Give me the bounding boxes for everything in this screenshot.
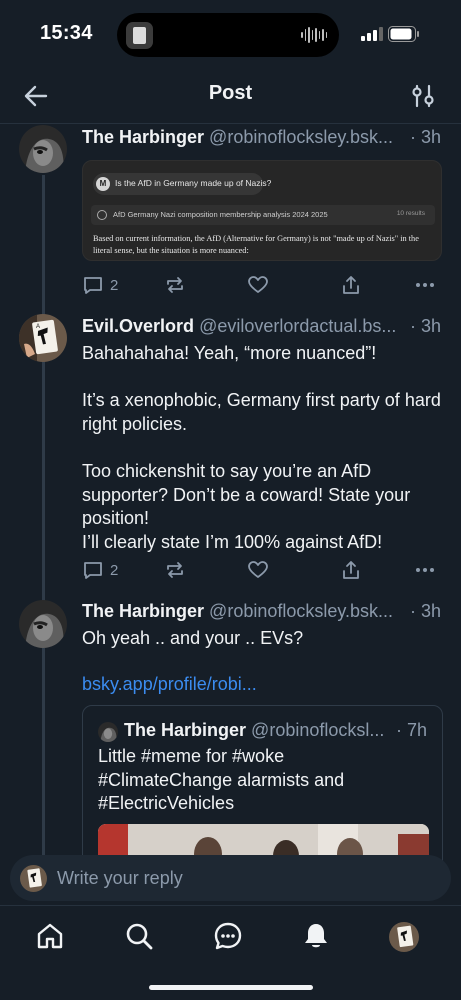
author-handle: @robinoflocksley.bsk... bbox=[209, 601, 394, 621]
author-name: The Harbinger bbox=[82, 127, 205, 147]
post-text: Bahahahaha! Yeah, “more nuanced”! It’s a… bbox=[82, 343, 441, 552]
nav-notifications[interactable] bbox=[300, 920, 332, 952]
repost-button[interactable] bbox=[164, 273, 186, 297]
dynamic-island bbox=[117, 13, 339, 57]
globe-icon bbox=[97, 210, 107, 220]
author-name: The Harbinger bbox=[124, 720, 247, 740]
status-time: 15:34 bbox=[40, 22, 93, 44]
author-name: Evil.Overlord bbox=[82, 316, 195, 336]
quoted-text: Little #meme for #woke #ClimateChange al… bbox=[98, 746, 345, 814]
reply-count: 2 bbox=[110, 276, 119, 294]
page-title: Post bbox=[208, 82, 253, 104]
avatar[interactable]: A bbox=[19, 314, 67, 362]
nav-home[interactable] bbox=[34, 920, 66, 952]
answer-text: Based on current information, the AfD (A… bbox=[93, 234, 419, 256]
battery-icon bbox=[388, 26, 419, 42]
avatar bbox=[20, 865, 47, 892]
more-icon bbox=[416, 568, 434, 572]
author-handle: @robinoflocksl... bbox=[251, 720, 385, 740]
home-indicator[interactable] bbox=[149, 985, 313, 990]
avatar[interactable] bbox=[19, 600, 67, 648]
embedded-image[interactable]: M Is the AfD in Germany made up of Nazis… bbox=[82, 160, 442, 261]
like-button[interactable] bbox=[247, 558, 269, 582]
like-icon bbox=[248, 276, 268, 293]
search-summary-bar: AfD Germany Nazi composition membership … bbox=[91, 205, 435, 225]
repost-icon bbox=[167, 277, 183, 293]
post-timestamp: · 3h bbox=[409, 127, 441, 147]
share-icon bbox=[343, 276, 359, 294]
bell-icon bbox=[305, 924, 327, 948]
reply-button[interactable]: 2 bbox=[82, 558, 118, 582]
reply-icon bbox=[84, 562, 102, 579]
search-summary-label: AfD Germany Nazi composition membership … bbox=[113, 210, 328, 219]
share-button[interactable] bbox=[340, 558, 362, 582]
author-handle: @eviloverlordactual.bs... bbox=[199, 316, 397, 336]
repost-button[interactable] bbox=[164, 558, 186, 582]
reply-icon bbox=[84, 277, 102, 294]
nav-search[interactable] bbox=[123, 920, 155, 952]
thread-line bbox=[42, 175, 45, 875]
nav-chat[interactable] bbox=[212, 920, 244, 952]
reply-placeholder: Write your reply bbox=[57, 868, 183, 888]
post-timestamp: · 3h bbox=[409, 316, 441, 336]
chat-icon bbox=[214, 922, 242, 950]
author-handle: @robinoflocksley.bsk... bbox=[209, 127, 394, 147]
post-actions: 2 bbox=[82, 273, 442, 297]
post-author[interactable]: Evil.Overlord @eviloverlordactual.bs... bbox=[82, 316, 442, 340]
post-text: Oh yeah .. and your .. EVs? bbox=[82, 628, 304, 648]
repost-icon bbox=[167, 562, 183, 578]
user-initial-icon: M bbox=[96, 177, 110, 191]
settings-sliders-icon bbox=[412, 84, 434, 108]
reply-button[interactable]: 2 bbox=[82, 273, 118, 297]
signal-icon bbox=[361, 27, 383, 41]
status-bar: 15:34 bbox=[0, 0, 461, 68]
quoted-author: The Harbinger @robinoflocksl... bbox=[124, 720, 394, 741]
post-timestamp: · 3h bbox=[409, 601, 441, 621]
post-link[interactable]: bsky.app/profile/robi... bbox=[82, 674, 257, 695]
page: 15:34 Post The Harbinger @robinoflocksle… bbox=[0, 0, 461, 1000]
search-icon bbox=[126, 923, 153, 950]
like-button[interactable] bbox=[247, 273, 269, 297]
home-icon bbox=[37, 923, 63, 949]
question-bubble: M Is the AfD in Germany made up of Nazis… bbox=[93, 173, 271, 195]
reply-count: 2 bbox=[110, 561, 119, 579]
audio-wave-icon bbox=[301, 27, 327, 43]
avatar[interactable] bbox=[19, 125, 67, 173]
more-options-button[interactable] bbox=[414, 558, 436, 582]
share-button[interactable] bbox=[340, 273, 362, 297]
now-playing-app-icon bbox=[126, 22, 153, 49]
like-icon bbox=[248, 561, 268, 578]
thread-settings-button[interactable] bbox=[410, 82, 436, 110]
avatar bbox=[98, 722, 118, 742]
reply-composer[interactable]: Write your reply bbox=[10, 855, 451, 901]
share-icon bbox=[343, 561, 359, 579]
results-count: 10 results bbox=[396, 210, 425, 217]
more-options-button[interactable] bbox=[414, 273, 436, 297]
quoted-timestamp: · 7h bbox=[395, 720, 427, 740]
author-name: The Harbinger bbox=[82, 601, 205, 621]
question-text: Is the AfD in Germany made up of Nazis? bbox=[115, 178, 272, 188]
post-author[interactable]: The Harbinger @robinoflocksley.bsk... bbox=[82, 127, 442, 151]
more-icon bbox=[416, 283, 434, 287]
quoted-post[interactable]: The Harbinger @robinoflocksl... · 7h Lit… bbox=[82, 705, 443, 875]
nav-profile[interactable] bbox=[389, 922, 419, 952]
top-bar: Post bbox=[0, 68, 461, 124]
post-actions: 2 bbox=[82, 558, 442, 582]
post-author[interactable]: The Harbinger @robinoflocksley.bsk... bbox=[82, 601, 442, 625]
svg-text:A: A bbox=[36, 324, 40, 330]
